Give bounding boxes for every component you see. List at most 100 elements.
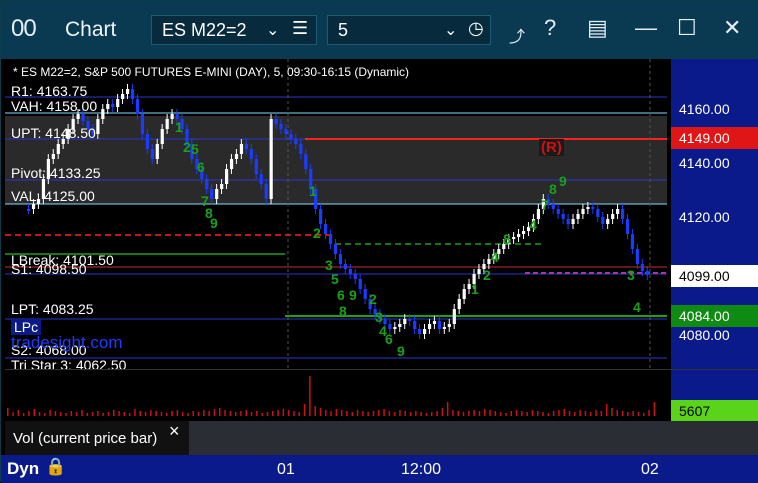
count-label: 8	[503, 231, 511, 247]
volume-bar	[54, 411, 57, 416]
volume-bar	[277, 410, 279, 416]
volume-bar	[478, 411, 481, 416]
chevron-down-icon[interactable]: ⌄	[444, 20, 457, 40]
interval-selector[interactable]: 5 ⌄ ◷	[327, 15, 491, 45]
symbol-menu-icon[interactable]: ☰	[292, 18, 308, 39]
candle-body	[442, 327, 446, 329]
candle-body	[259, 174, 263, 184]
volume-bar	[627, 412, 629, 416]
candle-body	[106, 104, 110, 109]
maximize-icon[interactable]: ☐	[677, 15, 697, 41]
volume-bar	[97, 411, 99, 416]
volume-bar	[166, 413, 168, 416]
volume-bar	[399, 410, 401, 416]
volume-bar	[452, 410, 454, 416]
volume-pane[interactable]	[5, 369, 671, 421]
volume-bar	[224, 410, 226, 416]
time-axis[interactable]: Dyn 🔒 01 12:00 02	[1, 455, 758, 483]
candle-body	[616, 209, 620, 214]
candle-body	[457, 299, 461, 309]
candle-body	[452, 309, 456, 324]
volume-bar	[595, 410, 597, 416]
clock-icon[interactable]: ◷	[468, 18, 484, 39]
level-label-val: VAL: 4125.00	[11, 188, 95, 204]
volume-bar	[473, 410, 475, 416]
volume-bar	[134, 409, 136, 416]
volume-bar	[346, 411, 348, 416]
volume-bar	[558, 410, 560, 416]
candle-body	[596, 209, 600, 217]
volume-bar	[123, 412, 126, 416]
candle-body	[279, 124, 283, 129]
title-bar: 00 Chart ES M22=2 ⌄ ☰ 5 ⌄ ◷ ⤴ ? ▤ — ☐ ✕	[1, 1, 758, 59]
volume-bar	[431, 412, 433, 416]
volume-bar	[637, 412, 640, 416]
volume-bar	[611, 408, 613, 416]
time-tick: 02	[641, 461, 659, 478]
count-label: 6	[385, 331, 393, 347]
candle-body	[640, 264, 644, 271]
count-label: 1	[175, 119, 183, 135]
layout-icon[interactable]: ▤	[587, 15, 608, 41]
count-label: 2	[369, 291, 377, 307]
count-label: 1	[309, 183, 317, 199]
candle-body	[101, 109, 105, 119]
candle-body	[556, 209, 560, 214]
volume-bar	[335, 409, 338, 416]
volume-bar	[38, 412, 41, 416]
close-icon[interactable]: ✕	[723, 15, 741, 41]
minimize-icon[interactable]: —	[635, 15, 657, 41]
volume-bar	[653, 402, 656, 416]
volume-bar	[605, 404, 608, 416]
close-icon[interactable]: ×	[169, 421, 180, 442]
help-icon[interactable]: ?	[544, 15, 556, 41]
candle-body	[358, 279, 362, 289]
candle-body	[423, 329, 427, 334]
volume-bar	[552, 411, 555, 416]
r-marker: (R)	[539, 139, 564, 156]
candle-body	[512, 237, 516, 239]
volume-bar	[298, 412, 300, 416]
indicator-strip	[189, 421, 758, 455]
symbol-selector[interactable]: ES M22=2 ⌄ ☰	[151, 15, 317, 45]
volume-bar	[319, 408, 322, 416]
volume-bar	[388, 411, 391, 416]
candle-body	[239, 144, 244, 154]
candle-body	[244, 144, 248, 149]
volume-bar	[409, 412, 412, 416]
candle-body	[210, 189, 214, 199]
volume-bar	[383, 409, 385, 416]
price-axis[interactable]: 4160.00 4140.00 4120.00 4080.00 4149.00 …	[671, 59, 758, 369]
volume-legend: Vol (current price bar)	[5, 421, 189, 455]
candle-body	[447, 324, 451, 327]
volume-bar	[282, 409, 285, 416]
volume-bar	[340, 410, 343, 416]
volume-bar	[362, 411, 364, 416]
chevron-down-icon[interactable]: ⌄	[266, 20, 279, 40]
scale-mode[interactable]: Dyn	[7, 459, 39, 479]
volume-bar	[33, 409, 35, 416]
candle-body	[145, 134, 149, 149]
level-label-pivot: Pivot: 4133.25	[11, 165, 101, 181]
candle-body	[254, 159, 258, 174]
volume-bar	[107, 412, 110, 416]
volume-bar	[12, 412, 14, 416]
candle-body	[205, 179, 209, 189]
volume-bar	[81, 410, 83, 416]
pin-icon[interactable]: ⤴	[509, 23, 525, 47]
price-tick: 4160.00	[679, 101, 730, 117]
candle-body	[140, 114, 145, 134]
candle-body	[264, 184, 268, 199]
candle-body	[333, 244, 338, 254]
price-tick: 4140.00	[679, 155, 730, 171]
volume-bar	[272, 411, 274, 416]
price-chart[interactable]: * ES M22=2, S&P 500 FUTURES E-MINI (DAY)…	[5, 59, 671, 369]
candle-body	[234, 154, 239, 159]
candle-body	[56, 144, 60, 154]
candle-body	[586, 207, 590, 209]
count-label: 5	[191, 141, 199, 157]
volume-bar	[547, 413, 550, 416]
lock-icon[interactable]: 🔒	[45, 457, 66, 477]
candle-body	[393, 327, 397, 329]
volume-bar	[49, 410, 51, 416]
